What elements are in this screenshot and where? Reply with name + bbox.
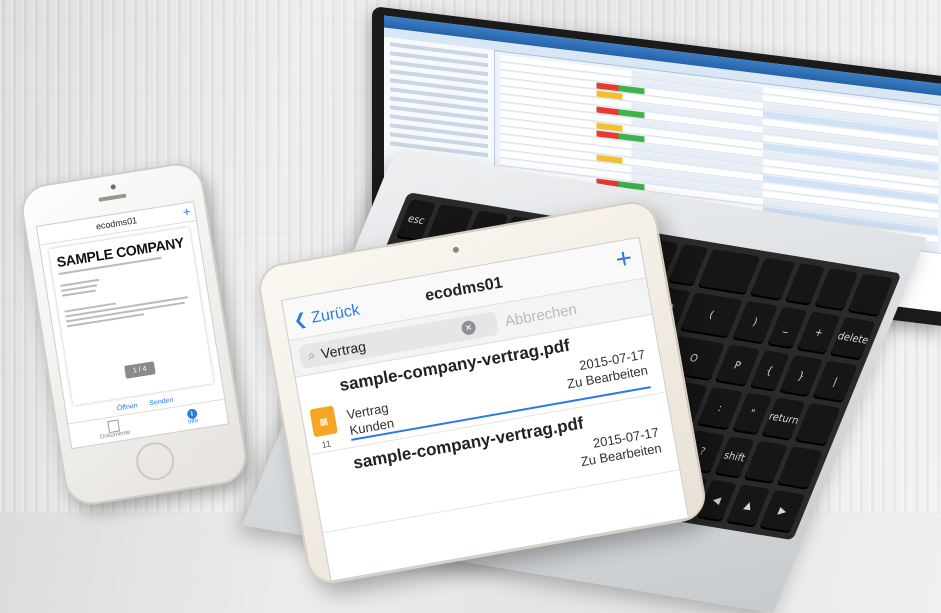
phone-speaker — [98, 193, 127, 202]
tab-documents-label: Dokumente — [99, 429, 131, 441]
phone-camera — [110, 184, 117, 190]
open-button[interactable]: Öffnen — [116, 402, 138, 412]
keyboard-key — [697, 248, 761, 296]
tab-documents[interactable]: Dokumente — [98, 418, 131, 441]
home-button[interactable] — [133, 439, 177, 483]
keyboard-key: ( — [680, 292, 744, 339]
phone-screen: ecodms01 + SAMPLE COMPANY 1 / 4 Öffnen S… — [35, 200, 230, 450]
tablet-screen: ❮ Zurück ecodms01 + ⌕ Vertrag ✕ Abbreche… — [280, 236, 690, 582]
tablet-camera — [452, 246, 460, 254]
send-button[interactable]: Senden — [149, 397, 174, 408]
document-preview: SAMPLE COMPANY — [48, 227, 214, 406]
page-count: 11 — [320, 438, 332, 451]
search-value: Vertrag — [319, 338, 368, 362]
tab-info[interactable]: i Info — [186, 408, 199, 426]
phone-add-button[interactable]: + — [182, 204, 192, 220]
tablet: ❮ Zurück ecodms01 + ⌕ Vertrag ✕ Abbreche… — [255, 197, 710, 588]
file-icon: ▦ — [309, 405, 338, 438]
search-icon: ⌕ — [306, 346, 317, 364]
tab-info-label: Info — [187, 418, 199, 426]
cancel-button[interactable]: Abbrechen — [504, 301, 578, 330]
phone-title: ecodms01 — [95, 215, 138, 232]
